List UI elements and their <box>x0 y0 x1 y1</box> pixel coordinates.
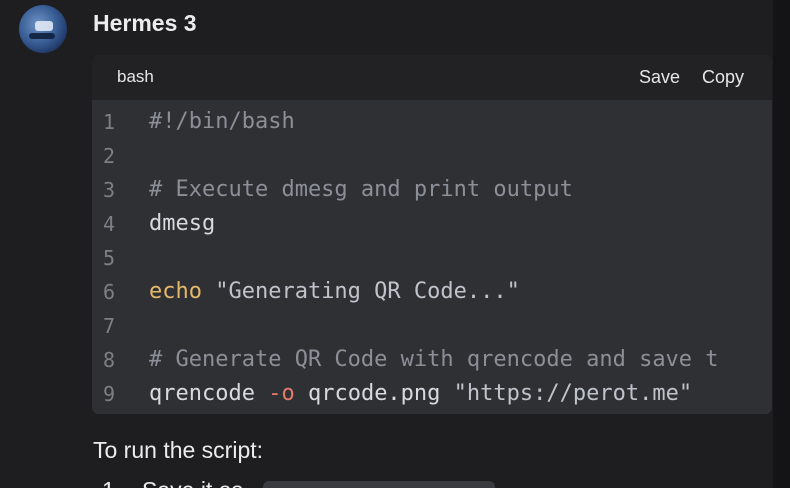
sidebar-edge <box>773 0 790 488</box>
line-source: # Generate QR Code with qrencode and sav… <box>149 343 719 377</box>
code-line: 2 <box>92 139 772 173</box>
code-line: 8 # Generate QR Code with qrencode and sa… <box>92 343 772 377</box>
avatar-globe-icon <box>19 5 67 53</box>
code-line: 7 <box>92 309 772 343</box>
code-token: #!/bin/bash <box>149 109 295 134</box>
code-token: echo <box>149 279 202 304</box>
code-token: # Generate QR Code with qrencode and sav… <box>149 347 719 372</box>
code-token: qrcode.png <box>294 381 454 406</box>
author-name: Hermes 3 <box>93 10 197 36</box>
line-source: qrencode -o qrcode.png "https://perot.me… <box>149 377 692 411</box>
line-number: 6 <box>103 280 116 304</box>
code-token: "Generating QR Code..." <box>201 279 520 304</box>
code-body[interactable]: 1 #!/bin/bash 2 3 # Execute dmesg and print … <box>92 100 772 414</box>
line-number: 8 <box>103 348 116 372</box>
code-line: 4 dmesg <box>92 207 772 241</box>
code-language-label: bash <box>117 67 154 86</box>
line-number: 5 <box>103 246 116 270</box>
code-block: bash Save Copy 1 #!/bin/bash 2 3 # Execute d… <box>92 55 772 414</box>
code-line: 5 <box>92 241 772 275</box>
code-token: dmesg <box>149 211 216 236</box>
line-number: 4 <box>103 212 116 236</box>
list-item-text: Save it as <box>142 477 243 488</box>
line-number: 1 <box>103 110 116 134</box>
line-source: echo "Generating QR Code..." <box>149 275 520 309</box>
list-number: 1. <box>102 477 121 488</box>
code-header: bash Save Copy <box>92 55 772 100</box>
code-line: 9 qrencode -o qrcode.png "https://perot.m… <box>92 377 772 411</box>
code-line: 1 #!/bin/bash <box>92 105 772 139</box>
avatar-highlight <box>35 21 53 31</box>
code-line: 3 # Execute dmesg and print output <box>92 173 772 207</box>
code-line: 6 echo "Generating QR Code..." <box>92 275 772 309</box>
line-number: 7 <box>103 314 116 338</box>
copy-button[interactable]: Copy <box>702 67 744 88</box>
line-source: #!/bin/bash <box>149 105 295 139</box>
line-source: # Execute dmesg and print output <box>149 173 573 207</box>
paragraph-text: To run the script: <box>93 437 264 463</box>
inline-code <box>263 481 495 488</box>
code-token: "https://perot.me" <box>453 381 693 406</box>
line-number: 9 <box>103 382 116 406</box>
save-button[interactable]: Save <box>639 67 680 88</box>
line-number: 3 <box>103 178 116 202</box>
code-token: qrencode <box>149 381 269 406</box>
line-source: dmesg <box>149 207 215 241</box>
code-token: -o <box>268 381 295 406</box>
line-number: 2 <box>103 144 116 168</box>
code-token: # Execute dmesg and print output <box>149 177 573 202</box>
avatar-shadow <box>29 33 55 39</box>
